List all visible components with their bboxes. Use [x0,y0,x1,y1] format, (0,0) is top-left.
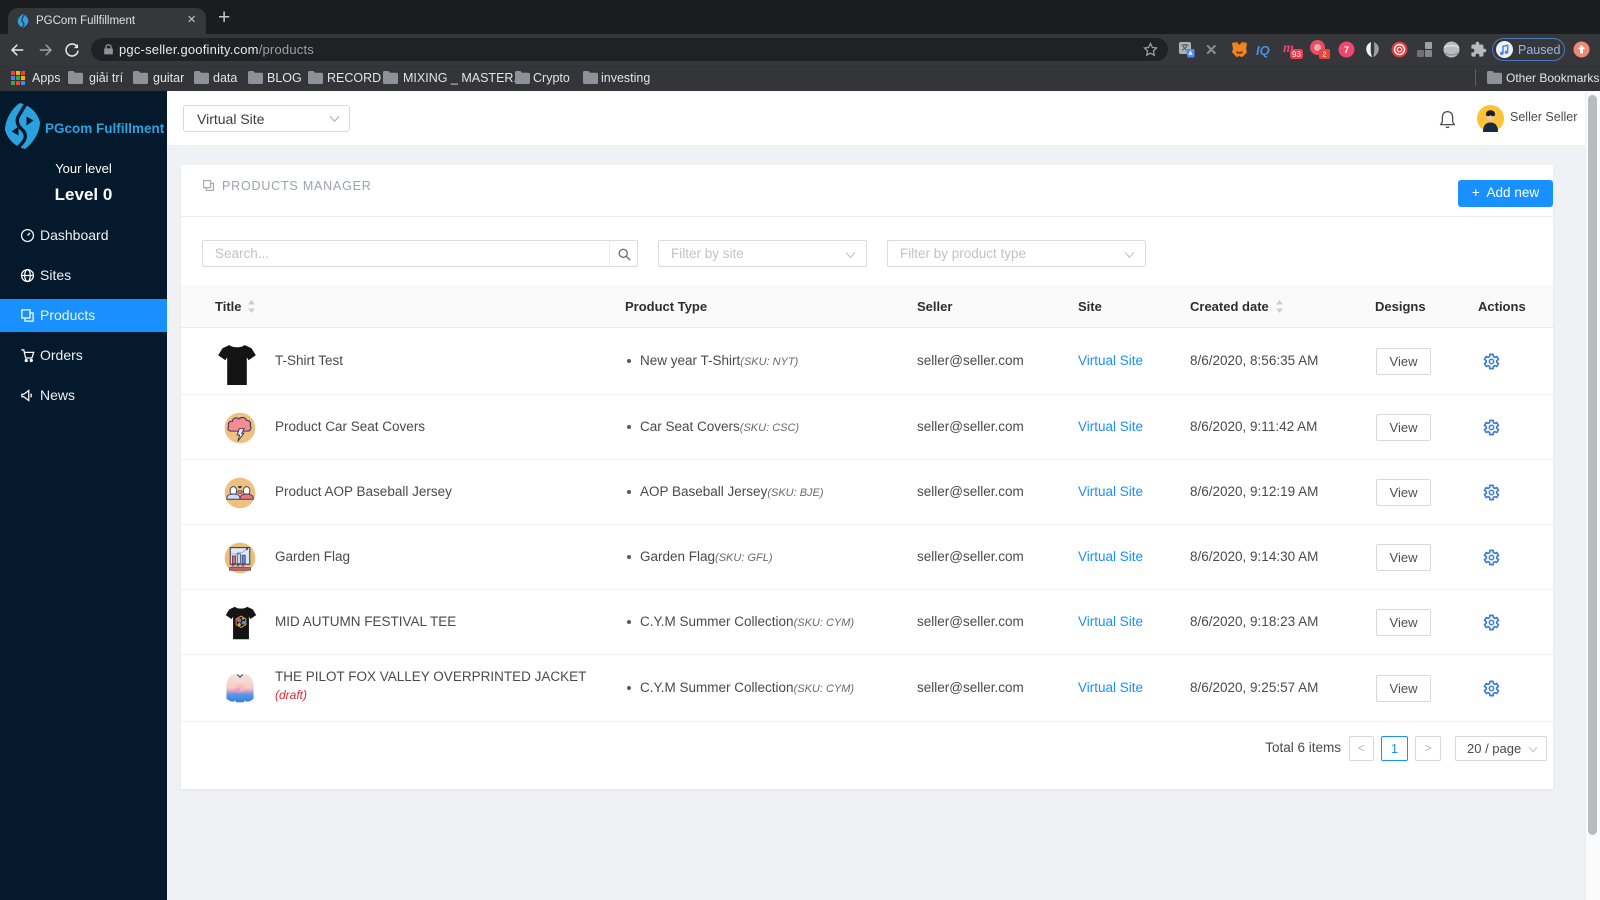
svg-text:7: 7 [1344,45,1349,55]
svg-text:2: 2 [1322,50,1326,59]
svg-text:93: 93 [1292,50,1301,59]
